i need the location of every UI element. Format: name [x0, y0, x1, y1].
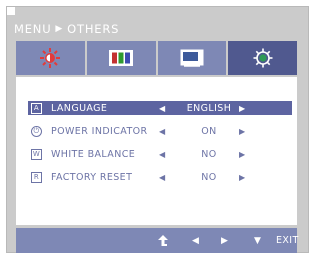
color-icon — [109, 50, 134, 66]
position-icon — [180, 49, 204, 67]
arrow-right-icon[interactable]: ▶ — [221, 228, 228, 253]
menu-item-value: ENGLISH — [186, 102, 232, 114]
menu-item-language[interactable]: A LANGUAGE ◀ ENGLISH ▶ — [28, 101, 292, 115]
menu-item-power-indicator[interactable]: ⏻ POWER INDICATOR ◀ ON ▶ — [28, 124, 292, 138]
breadcrumb-parent: MENU — [14, 22, 52, 36]
menu-item-label: FACTORY RESET — [51, 171, 133, 183]
menu-item-value: ON — [201, 125, 217, 137]
menu-item-label: WHITE BALANCE — [51, 148, 136, 160]
menu-item-white-balance[interactable]: W WHITE BALANCE ◀ NO ▶ — [28, 147, 292, 161]
menu-panel: A LANGUAGE ◀ ENGLISH ▶ ⏻ POWER INDICATOR… — [16, 77, 297, 225]
tab-bar — [16, 41, 297, 75]
arrow-right-icon[interactable]: ▶ — [239, 127, 246, 136]
breadcrumb-arrow-icon: ▶ — [55, 24, 64, 34]
breadcrumb: MENU ▶ OTHERS — [14, 22, 119, 36]
tab-position[interactable] — [157, 41, 227, 75]
menu-item-value: NO — [201, 148, 217, 160]
arrow-right-icon[interactable]: ▶ — [239, 104, 246, 113]
arrow-left-icon[interactable]: ◀ — [159, 104, 179, 113]
arrow-down-icon[interactable]: ▼ — [254, 228, 261, 253]
tab-others[interactable] — [228, 41, 297, 75]
menu-item-label: LANGUAGE — [51, 102, 108, 114]
arrow-left-icon[interactable]: ◀ — [192, 228, 199, 253]
white-balance-icon: W — [31, 148, 42, 160]
brightness-icon — [40, 48, 61, 68]
exit-button[interactable]: EXIT — [276, 235, 299, 246]
button-guide-bar: ◀ ▶ ▼ EXIT — [16, 228, 299, 253]
factory-reset-icon: R — [31, 171, 42, 183]
arrow-left-icon[interactable]: ◀ — [159, 173, 179, 182]
arrow-right-icon[interactable]: ▶ — [239, 173, 246, 182]
arrow-left-icon[interactable]: ◀ — [159, 127, 179, 136]
breadcrumb-current: OTHERS — [67, 22, 120, 36]
menu-item-factory-reset[interactable]: R FACTORY RESET ◀ NO ▶ — [28, 170, 292, 184]
language-icon: A — [31, 102, 42, 114]
tab-color[interactable] — [86, 41, 156, 75]
tab-brightness[interactable] — [16, 41, 85, 75]
menu-item-value: NO — [201, 171, 217, 183]
return-icon[interactable] — [158, 228, 168, 253]
settings-icon — [253, 48, 273, 68]
power-icon: ⏻ — [31, 125, 42, 137]
menu-item-label: POWER INDICATOR — [51, 125, 148, 137]
arrow-right-icon[interactable]: ▶ — [239, 150, 246, 159]
arrow-left-icon[interactable]: ◀ — [159, 150, 179, 159]
